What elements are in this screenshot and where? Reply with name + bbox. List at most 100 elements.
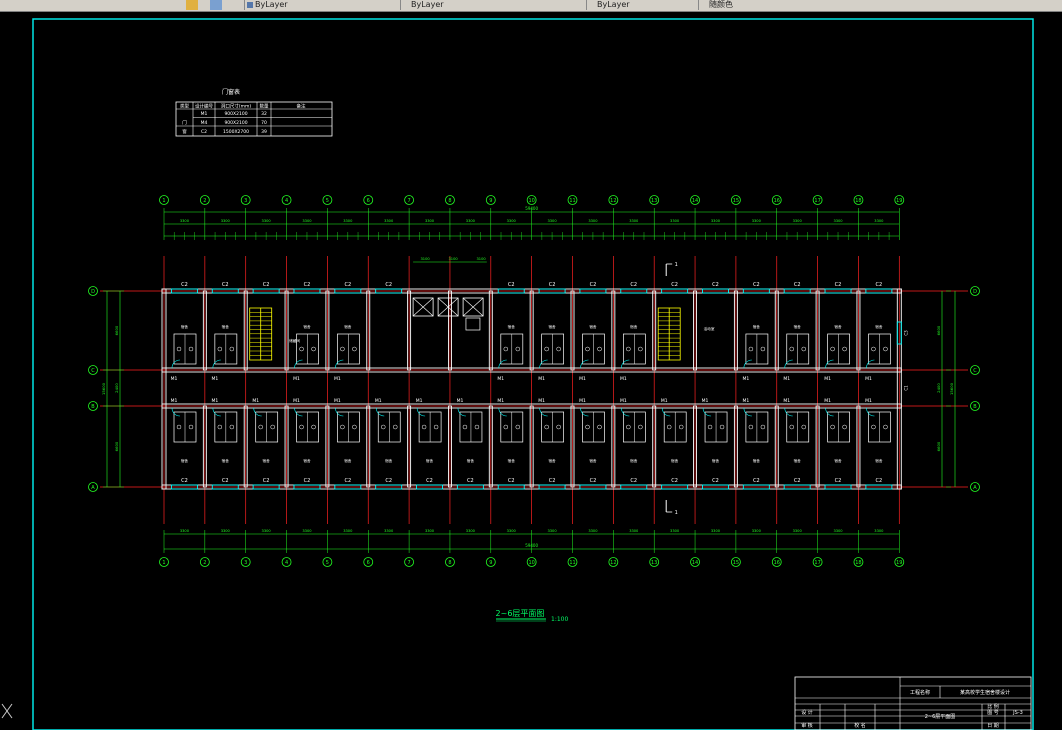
toilet-fixture — [503, 424, 509, 430]
dimension-text: 3300 — [425, 219, 435, 223]
toilet-fixture — [748, 424, 754, 430]
door-label: M1 — [252, 398, 259, 404]
window-label: C2 — [181, 282, 188, 288]
door-table-cell: 39 — [261, 129, 267, 135]
grid-letter: C — [91, 368, 95, 374]
door-table-cell: 32 — [261, 111, 267, 117]
room-label: 宿舍 — [875, 458, 883, 463]
grid-letter: A — [973, 485, 977, 491]
window-label: C2 — [549, 282, 556, 288]
room-label: 宿舍 — [630, 458, 638, 463]
drawing-scale: 1:100 — [551, 616, 568, 623]
linetype-dropdown[interactable]: ByLayer — [400, 0, 586, 10]
door-label: M1 — [497, 376, 504, 382]
door-label: M1 — [171, 398, 178, 404]
room-label: 宿舍 — [222, 324, 230, 329]
color-dropdown-label: ByLayer — [255, 0, 288, 9]
title-block-number: JS-3 — [1012, 710, 1023, 716]
room-label: 宿舍 — [508, 458, 516, 463]
window-label: C2 — [263, 282, 270, 288]
window-label: C2 — [549, 478, 556, 484]
grid-number: 19 — [896, 198, 902, 204]
basin-fixture — [556, 424, 561, 430]
title-block-check-label: 审 核 — [801, 722, 813, 729]
layer-state-icon[interactable] — [210, 0, 222, 10]
toilet-fixture — [830, 346, 835, 352]
basin-fixture — [229, 346, 235, 352]
dimension-text: 3100 — [449, 257, 459, 261]
dimension-text: 3300 — [793, 219, 803, 223]
door-label: M1 — [702, 398, 709, 404]
door-label: M1 — [497, 398, 504, 404]
dimension-text: 3300 — [833, 219, 843, 223]
door-table-cell: 900X2100 — [224, 111, 247, 117]
color-dropdown[interactable]: ByLayer — [244, 0, 400, 10]
basin-fixture — [842, 424, 847, 430]
door-label: M1 — [579, 376, 586, 382]
dimension-text: 3300 — [343, 219, 353, 223]
room-label: 宿舍 — [344, 458, 352, 463]
grid-number: 5 — [326, 560, 329, 566]
window-label: C2 — [344, 282, 351, 288]
grid-number: 7 — [408, 560, 411, 566]
plotstyle-dropdown[interactable]: 随颜色 — [698, 0, 824, 10]
door-label: M1 — [334, 398, 341, 404]
dimension-text: 3300 — [711, 219, 721, 223]
room-label: 宿舍 — [263, 458, 271, 463]
dimension-text: 3300 — [547, 219, 557, 223]
basin-fixture — [801, 424, 806, 430]
dimension-text: 3300 — [384, 219, 394, 223]
lineweight-dropdown[interactable]: ByLayer — [586, 0, 698, 10]
title-block: 工程名称 某高校学生宿舍楼设计 2~6层平面图 比 例 图 号 JS-3 设 计… — [794, 676, 1032, 730]
door-table-header: 设计编号 — [195, 103, 213, 110]
grid-number: 12 — [610, 560, 616, 566]
basin-fixture — [760, 346, 766, 352]
grid-number: 16 — [774, 198, 780, 204]
grid-number: 3 — [244, 198, 247, 204]
door-label: M1 — [783, 398, 790, 404]
toilet-fixture — [789, 424, 794, 430]
grid-letter: D — [91, 289, 95, 295]
basin-fixture — [229, 424, 235, 430]
door-table-cell: M1 — [201, 111, 208, 117]
grid-number: 4 — [285, 560, 288, 566]
window-label: C2 — [590, 478, 597, 484]
toilet-fixture — [421, 424, 427, 430]
toilet-fixture — [176, 346, 182, 352]
color-swatch-icon — [247, 2, 253, 8]
door-label: M1 — [865, 398, 872, 404]
door-label: M1 — [375, 398, 382, 404]
cad-drawing-canvas[interactable]: 门窗表 类型 设计编号 洞口尺寸(mm) 数量 备注 M1 900X2100 3… — [0, 12, 1062, 730]
title-block-school-label: 校 名 — [854, 722, 866, 729]
toilet-fixture — [340, 424, 345, 430]
title-block-drawn-label: 设 计 — [801, 709, 813, 716]
grid-number: 13 — [651, 198, 657, 204]
basin-fixture — [393, 424, 398, 430]
door-table-title: 门窗表 — [222, 88, 240, 96]
dimension-text: 3300 — [793, 529, 803, 533]
window-label: C2 — [876, 478, 883, 484]
window-label: C2 — [304, 478, 311, 484]
dimension-text: 3300 — [343, 529, 353, 533]
basin-fixture — [638, 346, 643, 352]
room-label: 宿舍 — [426, 458, 434, 463]
basin-fixture — [678, 424, 684, 430]
basin-fixture — [270, 424, 275, 430]
layer-tool-icon[interactable] — [186, 0, 198, 10]
toilet-fixture — [748, 346, 754, 352]
door-label: M1 — [211, 376, 218, 382]
room-label: 活动室 — [704, 326, 715, 331]
door-label: M1 — [620, 398, 627, 404]
dimension-text: 3300 — [547, 529, 557, 533]
toilet-fixture — [503, 346, 509, 352]
title-block-sheet-title: 2~6层平面图 — [925, 714, 956, 720]
room-label: 宿舍 — [753, 324, 761, 329]
door-label: M1 — [293, 398, 300, 404]
door-label: M1 — [211, 398, 218, 404]
room-label: 宿舍 — [589, 458, 597, 463]
window-label: C2 — [222, 282, 229, 288]
grid-number: 4 — [285, 198, 288, 204]
window-label: C2 — [304, 282, 311, 288]
room-label: 宿舍 — [712, 458, 720, 463]
dimension-text: 3300 — [588, 529, 598, 533]
